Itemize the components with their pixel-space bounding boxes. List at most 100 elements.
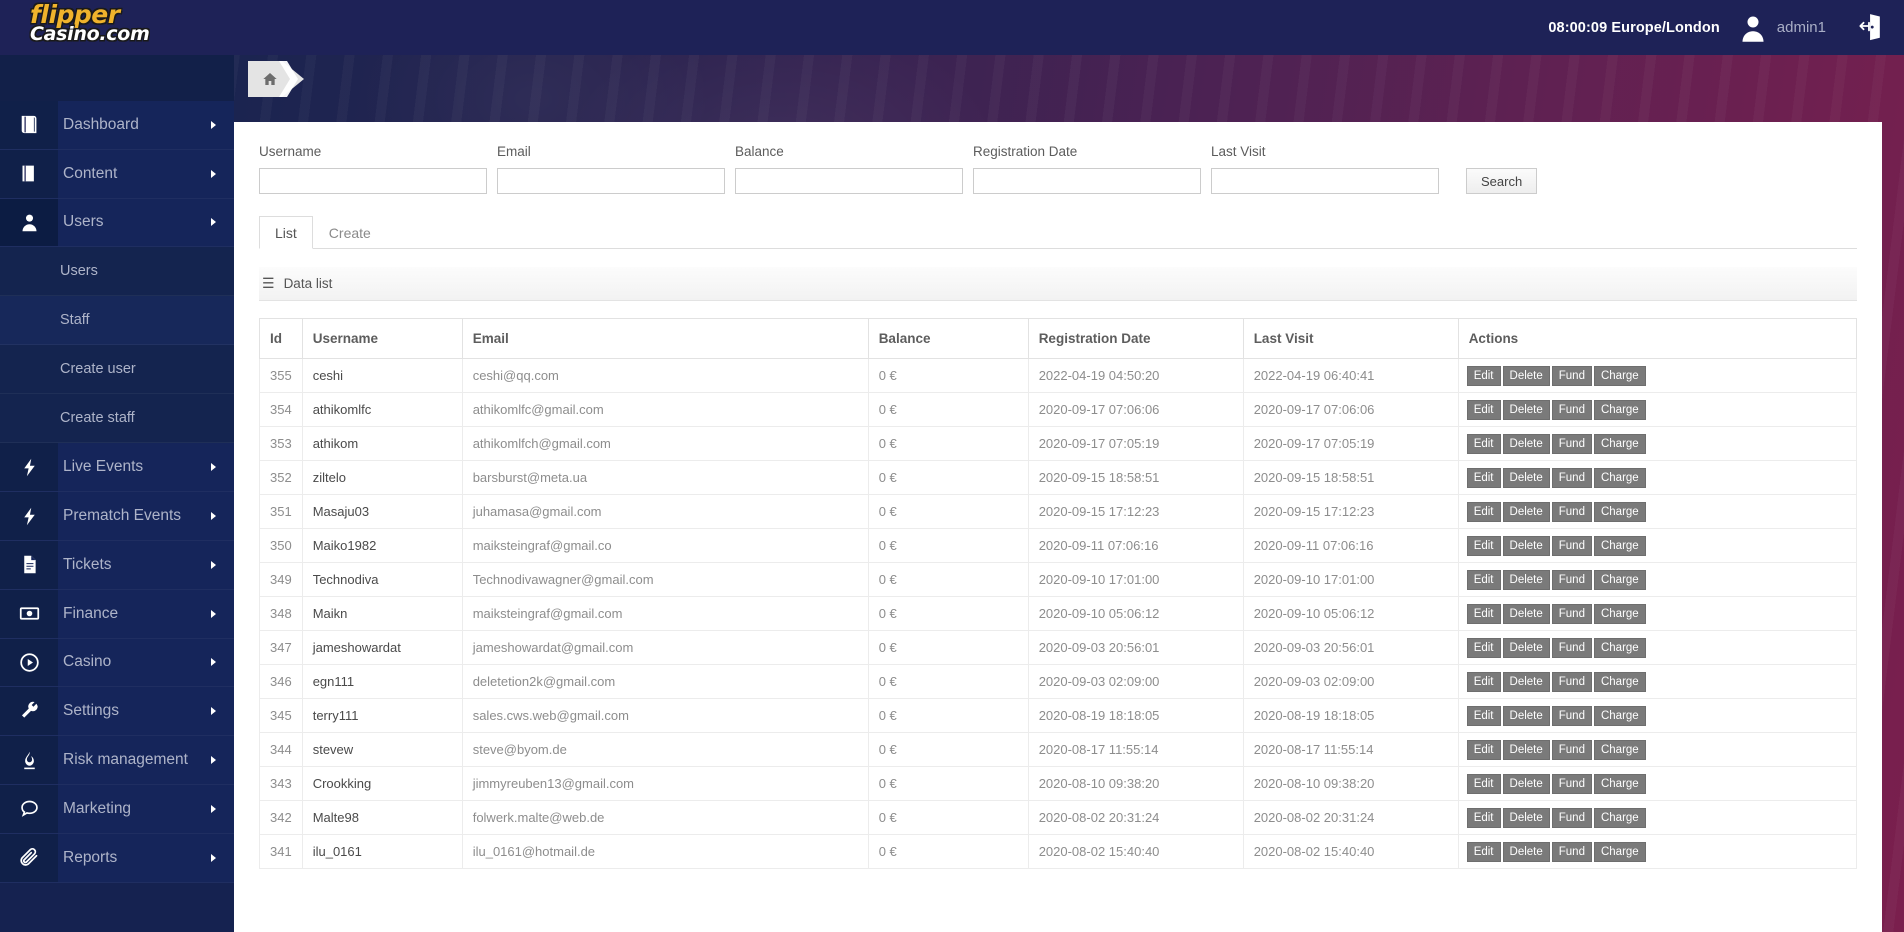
fund-button[interactable]: Fund	[1551, 739, 1592, 760]
delete-button[interactable]: Delete	[1502, 841, 1550, 862]
delete-button[interactable]: Delete	[1502, 671, 1550, 692]
edit-button[interactable]: Edit	[1466, 501, 1501, 522]
logout-door-icon[interactable]	[1856, 13, 1882, 43]
username-input[interactable]	[259, 168, 487, 194]
edit-button[interactable]: Edit	[1466, 433, 1501, 454]
sidebar-item-tickets[interactable]: Tickets	[0, 540, 234, 590]
sidebar-item-prematch-events[interactable]: Prematch Events	[0, 492, 234, 541]
sidebar-item-casino[interactable]: Casino	[0, 638, 234, 688]
sidebar-subitem-create-staff[interactable]: Create staff	[0, 394, 234, 444]
delete-button[interactable]: Delete	[1502, 501, 1550, 522]
fund-button[interactable]: Fund	[1551, 773, 1592, 794]
sidebar-item-live-events[interactable]: Live Events	[0, 443, 234, 493]
sidebar-item-finance[interactable]: Finance	[0, 589, 234, 639]
fund-button[interactable]: Fund	[1551, 569, 1592, 590]
fund-button[interactable]: Fund	[1551, 501, 1592, 522]
delete-button[interactable]: Delete	[1502, 773, 1550, 794]
edit-button[interactable]: Edit	[1466, 399, 1501, 420]
charge-button[interactable]: Charge	[1593, 739, 1646, 760]
registration-date-input[interactable]	[973, 168, 1201, 194]
fund-button[interactable]: Fund	[1551, 467, 1592, 488]
delete-button[interactable]: Delete	[1502, 637, 1550, 658]
sidebar-item-risk-management[interactable]: Risk management	[0, 736, 234, 785]
sidebar-subitem-users[interactable]: Users	[0, 247, 234, 297]
edit-button[interactable]: Edit	[1466, 807, 1501, 828]
edit-button[interactable]: Edit	[1466, 739, 1501, 760]
fund-button[interactable]: Fund	[1551, 535, 1592, 556]
charge-button[interactable]: Charge	[1593, 671, 1646, 692]
fund-button[interactable]: Fund	[1551, 433, 1592, 454]
column-header-balance[interactable]: Balance	[867, 318, 1029, 359]
fund-button[interactable]: Fund	[1551, 705, 1592, 726]
edit-button[interactable]: Edit	[1466, 603, 1501, 624]
edit-button[interactable]: Edit	[1466, 705, 1501, 726]
sidebar-subitem-create-user[interactable]: Create user	[0, 345, 234, 395]
cell-balance: 0 €	[867, 732, 1029, 767]
fund-button[interactable]: Fund	[1551, 637, 1592, 658]
charge-button[interactable]: Charge	[1593, 433, 1646, 454]
edit-button[interactable]: Edit	[1466, 637, 1501, 658]
balance-input[interactable]	[735, 168, 963, 194]
column-header-last-visit[interactable]: Last Visit	[1242, 318, 1459, 359]
fund-button[interactable]: Fund	[1551, 365, 1592, 386]
sidebar-item-users[interactable]: Users	[0, 198, 234, 248]
charge-button[interactable]: Charge	[1593, 637, 1646, 658]
sidebar-item-settings[interactable]: Settings	[0, 687, 234, 737]
charge-button[interactable]: Charge	[1593, 399, 1646, 420]
delete-button[interactable]: Delete	[1502, 569, 1550, 590]
edit-button[interactable]: Edit	[1466, 773, 1501, 794]
sidebar-item-dashboard[interactable]: Dashboard	[0, 101, 234, 150]
tab-create[interactable]: Create	[313, 216, 387, 249]
fund-button[interactable]: Fund	[1551, 399, 1592, 420]
sidebar-label: Risk management	[63, 751, 188, 769]
sidebar-subitem-staff[interactable]: Staff	[0, 296, 234, 346]
email-input[interactable]	[497, 168, 725, 194]
delete-button[interactable]: Delete	[1502, 467, 1550, 488]
delete-button[interactable]: Delete	[1502, 705, 1550, 726]
column-header-username[interactable]: Username	[301, 318, 463, 359]
edit-button[interactable]: Edit	[1466, 467, 1501, 488]
fund-button[interactable]: Fund	[1551, 807, 1592, 828]
column-header-registration-date[interactable]: Registration Date	[1027, 318, 1244, 359]
last-visit-input[interactable]	[1211, 168, 1439, 194]
charge-button[interactable]: Charge	[1593, 841, 1646, 862]
cell-balance: 0 €	[867, 358, 1029, 393]
edit-button[interactable]: Edit	[1466, 671, 1501, 692]
breadcrumb-home[interactable]	[248, 61, 304, 97]
fund-button[interactable]: Fund	[1551, 603, 1592, 624]
sidebar-item-content[interactable]: Content	[0, 149, 234, 199]
cell-last-visit: 2020-09-03 20:56:01	[1242, 630, 1459, 665]
cell-actions: Edit Delete Fund Charge	[1457, 358, 1858, 393]
delete-button[interactable]: Delete	[1502, 365, 1550, 386]
charge-button[interactable]: Charge	[1593, 569, 1646, 590]
charge-button[interactable]: Charge	[1593, 467, 1646, 488]
delete-button[interactable]: Delete	[1502, 433, 1550, 454]
column-header-email[interactable]: Email	[461, 318, 869, 359]
sidebar-item-reports[interactable]: Reports	[0, 833, 234, 883]
charge-button[interactable]: Charge	[1593, 603, 1646, 624]
charge-button[interactable]: Charge	[1593, 773, 1646, 794]
charge-button[interactable]: Charge	[1593, 705, 1646, 726]
charge-button[interactable]: Charge	[1593, 501, 1646, 522]
search-button[interactable]: Search	[1466, 168, 1538, 194]
edit-button[interactable]: Edit	[1466, 365, 1501, 386]
charge-button[interactable]: Charge	[1593, 535, 1646, 556]
delete-button[interactable]: Delete	[1502, 603, 1550, 624]
fund-button[interactable]: Fund	[1551, 671, 1592, 692]
fund-button[interactable]: Fund	[1551, 841, 1592, 862]
delete-button[interactable]: Delete	[1502, 535, 1550, 556]
tab-list[interactable]: List	[259, 216, 313, 249]
cell-id: 352	[259, 460, 303, 495]
charge-button[interactable]: Charge	[1593, 807, 1646, 828]
table-row: 352 ziltelo barsburst@meta.ua 0 €2020-09-15…	[259, 460, 1858, 495]
edit-button[interactable]: Edit	[1466, 569, 1501, 590]
delete-button[interactable]: Delete	[1502, 807, 1550, 828]
edit-button[interactable]: Edit	[1466, 535, 1501, 556]
charge-button[interactable]: Charge	[1593, 365, 1646, 386]
edit-button[interactable]: Edit	[1466, 841, 1501, 862]
brand-logo[interactable]: flipper Casino.com	[0, 0, 234, 55]
sidebar-item-marketing[interactable]: Marketing	[0, 784, 234, 834]
delete-button[interactable]: Delete	[1502, 399, 1550, 420]
delete-button[interactable]: Delete	[1502, 739, 1550, 760]
column-header-id[interactable]: Id	[259, 318, 303, 359]
